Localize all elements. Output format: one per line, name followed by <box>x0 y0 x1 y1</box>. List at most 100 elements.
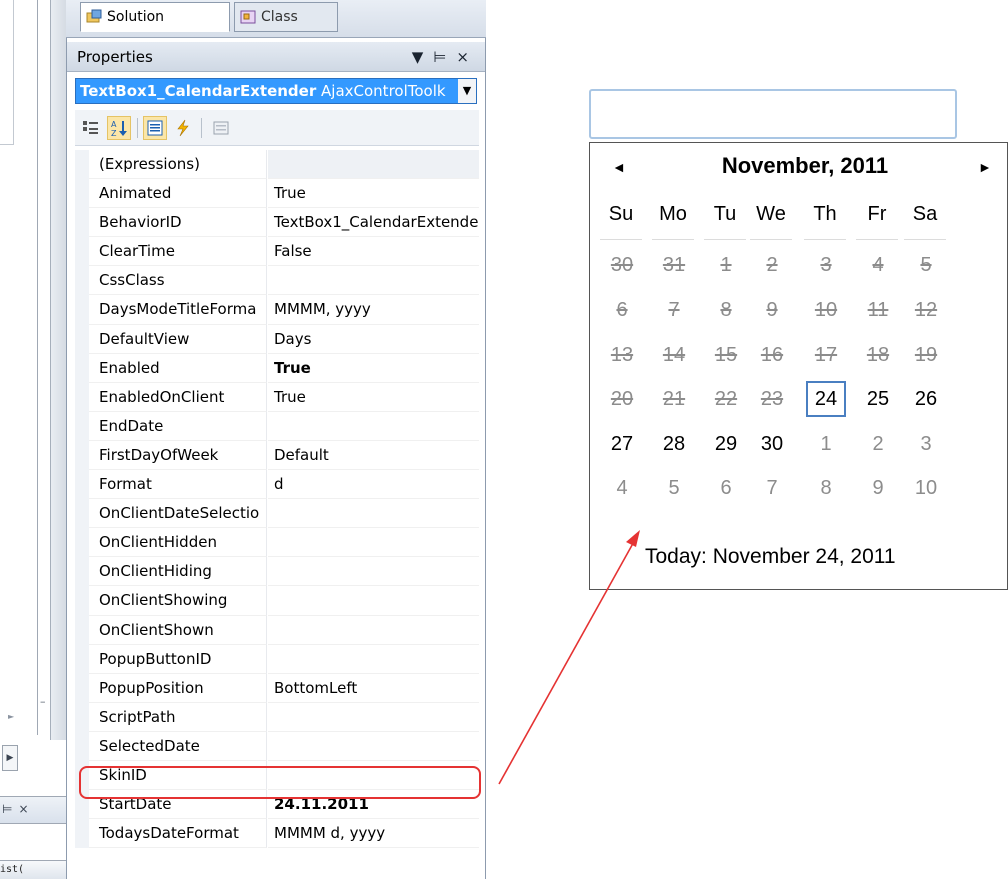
property-row[interactable]: Enabled True <box>75 353 479 383</box>
property-value[interactable] <box>268 499 479 529</box>
calendar-day[interactable]: 3 <box>906 426 946 462</box>
property-value[interactable] <box>268 586 479 616</box>
property-row[interactable]: OnClientDateSelectio <box>75 499 479 529</box>
calendar-day[interactable]: 5 <box>654 470 694 506</box>
property-row[interactable]: FirstDayOfWeek Default <box>75 440 479 471</box>
property-value[interactable]: True <box>268 179 479 209</box>
property-row[interactable]: StartDate 24.11.2011 <box>75 790 479 820</box>
calendar-day[interactable]: 29 <box>706 426 746 462</box>
property-value[interactable] <box>268 645 479 674</box>
property-value[interactable] <box>268 557 479 587</box>
svg-text:A: A <box>111 120 117 129</box>
date-textbox[interactable] <box>589 89 957 139</box>
pane-splitter[interactable] <box>37 0 38 735</box>
property-row[interactable]: OnClientShowing <box>75 586 479 616</box>
window-position-dropdown-icon[interactable]: ▼ <box>412 48 434 66</box>
calendar-day[interactable]: 7 <box>752 470 792 506</box>
calendar-day[interactable]: 8 <box>806 470 846 506</box>
close-icon[interactable]: × <box>18 802 34 816</box>
property-value[interactable] <box>268 761 479 791</box>
calendar-day[interactable]: 6 <box>706 470 746 506</box>
pin-icon[interactable]: ⊨ <box>2 802 18 816</box>
calendar-popup: ◄ November, 2011 ► Su Mo Tu We Th Fr Sa 30 31 1 2… <box>589 142 1008 590</box>
next-month-icon[interactable]: ► <box>978 159 992 175</box>
property-value[interactable] <box>268 150 479 180</box>
property-row[interactable]: DefaultView Days <box>75 324 479 354</box>
header-underline <box>652 239 694 240</box>
adjacent-pane-tab[interactable]: ist( <box>0 860 66 879</box>
property-row[interactable]: OnClientHidden <box>75 528 479 558</box>
property-row[interactable]: PopupPosition BottomLeft <box>75 673 479 703</box>
row-gutter <box>75 179 89 209</box>
property-value[interactable]: TextBox1_CalendarExtende <box>268 208 479 238</box>
property-value[interactable]: d <box>268 470 479 500</box>
adjacent-pane-scrollbar[interactable] <box>50 0 66 740</box>
header-underline <box>904 239 946 240</box>
calendar-day[interactable]: 30 <box>752 426 792 462</box>
property-value[interactable] <box>268 703 479 732</box>
scroll-thumb-icon[interactable] <box>40 695 48 720</box>
calendar-title[interactable]: November, 2011 <box>640 153 970 179</box>
close-icon[interactable]: × <box>456 48 479 66</box>
calendar-day[interactable]: 4 <box>602 470 642 506</box>
property-row[interactable]: Format d <box>75 470 479 500</box>
object-selector-dropdown[interactable]: TextBox1_CalendarExtender AjaxControlToo… <box>75 78 477 104</box>
pin-icon[interactable]: ⊨ <box>433 48 456 66</box>
calendar-day: 17 <box>814 344 838 366</box>
previous-month-icon[interactable]: ◄ <box>612 159 626 175</box>
property-pages-button[interactable] <box>209 116 233 140</box>
property-row[interactable]: OnClientHiding <box>75 557 479 587</box>
property-value[interactable]: False <box>268 237 479 267</box>
property-row[interactable]: CssClass <box>75 266 479 296</box>
alphabetical-view-button[interactable]: A Z <box>107 116 131 140</box>
property-value[interactable]: Days <box>268 325 479 354</box>
property-value[interactable]: True <box>268 383 479 412</box>
property-row[interactable]: Animated True <box>75 179 479 209</box>
calendar-day[interactable]: 10 <box>906 470 946 506</box>
header-underline <box>704 239 746 240</box>
property-pages-icon <box>213 121 229 135</box>
property-value[interactable]: True <box>268 354 479 383</box>
property-row[interactable]: EnabledOnClient True <box>75 382 479 412</box>
properties-list-icon <box>147 120 163 136</box>
calendar-day[interactable]: 9 <box>858 470 898 506</box>
calendar-day[interactable]: 2 <box>858 426 898 462</box>
property-row[interactable]: SkinID <box>75 760 479 791</box>
property-value[interactable] <box>268 412 479 441</box>
property-value[interactable]: Default <box>268 441 479 471</box>
property-row[interactable]: OnClientShown <box>75 615 479 645</box>
tab-solution-explorer[interactable]: Solution Explorer <box>80 2 230 53</box>
tab-class-view[interactable]: Class View <box>234 2 338 53</box>
events-view-button[interactable] <box>171 116 195 140</box>
property-row[interactable]: EndDate <box>75 411 479 441</box>
property-value[interactable] <box>268 616 479 645</box>
property-value[interactable] <box>268 732 479 761</box>
property-row[interactable]: ScriptPath <box>75 702 479 732</box>
today-link[interactable]: Today: November 24, 2011 <box>645 545 896 569</box>
calendar-day[interactable]: 27 <box>602 426 642 462</box>
property-row[interactable]: PopupButtonID <box>75 644 479 674</box>
calendar-day-today[interactable]: 24 <box>806 381 846 417</box>
categorized-view-button[interactable] <box>79 116 103 140</box>
chevron-down-icon[interactable]: ▼ <box>458 79 476 103</box>
calendar-day[interactable]: 1 <box>806 426 846 462</box>
property-value[interactable] <box>268 266 479 296</box>
property-row[interactable]: SelectedDate <box>75 731 479 761</box>
property-row[interactable]: TodaysDateFormat MMMM d, yyyy <box>75 819 479 849</box>
properties-view-button[interactable] <box>143 116 167 140</box>
calendar-day[interactable]: 28 <box>654 426 694 462</box>
property-value[interactable]: MMMM, yyyy <box>268 295 479 325</box>
property-value[interactable]: MMMM d, yyyy <box>268 819 479 849</box>
property-row[interactable]: DaysModeTitleForma MMMM, yyyy <box>75 295 479 325</box>
property-row[interactable]: ClearTime False <box>75 237 479 267</box>
row-gutter <box>75 819 89 849</box>
property-row[interactable]: BehaviorID TextBox1_CalendarExtende <box>75 208 479 238</box>
property-value[interactable]: BottomLeft <box>268 674 479 703</box>
scroll-right-button[interactable]: ▶ <box>2 745 18 771</box>
property-name: OnClientShowing <box>89 586 267 616</box>
property-row[interactable]: (Expressions) <box>75 150 479 180</box>
calendar-day[interactable]: 26 <box>906 381 946 417</box>
calendar-day[interactable]: 25 <box>858 381 898 417</box>
property-value[interactable]: 24.11.2011 <box>268 790 479 820</box>
property-value[interactable] <box>268 528 479 558</box>
